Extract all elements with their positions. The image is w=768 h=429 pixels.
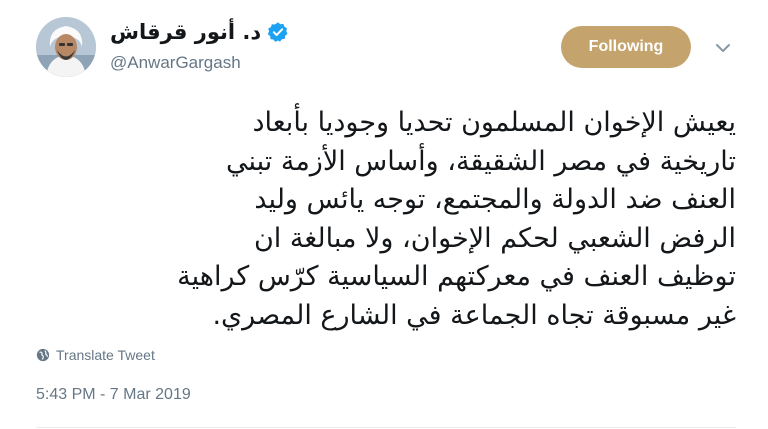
following-button[interactable]: Following xyxy=(561,26,691,68)
tweet-text-line: يعيش الإخوان المسلمون تحديا وجوديا بأبعا… xyxy=(252,107,736,138)
tweet-text-line: الرفض الشعبي لحكم الإخوان، ولا مبالغة ان xyxy=(253,222,736,254)
avatar-image xyxy=(36,17,96,77)
avatar[interactable] xyxy=(36,17,96,77)
tweet-text-line: العنف ضد الدولة والمجتمع، توجه يائس وليد xyxy=(254,184,736,215)
tweet-text-line: توظيف العنف في معركتهم السياسية كرّس كرا… xyxy=(177,261,736,292)
globe-icon xyxy=(36,348,50,362)
translate-tweet-label[interactable]: Translate Tweet xyxy=(56,347,155,363)
translate-tweet-link[interactable]: Translate Tweet xyxy=(36,347,155,363)
author-display-name[interactable]: د. أنور قرقاش xyxy=(110,20,261,44)
author-handle[interactable]: @AnwarGargash xyxy=(110,53,241,73)
author-display-name-row[interactable]: د. أنور قرقاش xyxy=(110,20,289,44)
tweet-timestamp[interactable]: 5:43 PM - 7 Mar 2019 xyxy=(36,386,191,404)
tweet-text-line: تاريخية في مصر الشقيقة، وأساس الأزمة تبن… xyxy=(225,145,736,177)
verified-badge-icon xyxy=(267,21,289,43)
tweet-text-line: غير مسبوقة تجاه الجماعة في الشارع المصري… xyxy=(212,299,736,331)
tweet-text: يعيش الإخوان المسلمون تحديا وجوديا بأبعا… xyxy=(30,104,736,335)
chevron-down-icon[interactable] xyxy=(713,38,733,58)
divider xyxy=(36,427,736,428)
